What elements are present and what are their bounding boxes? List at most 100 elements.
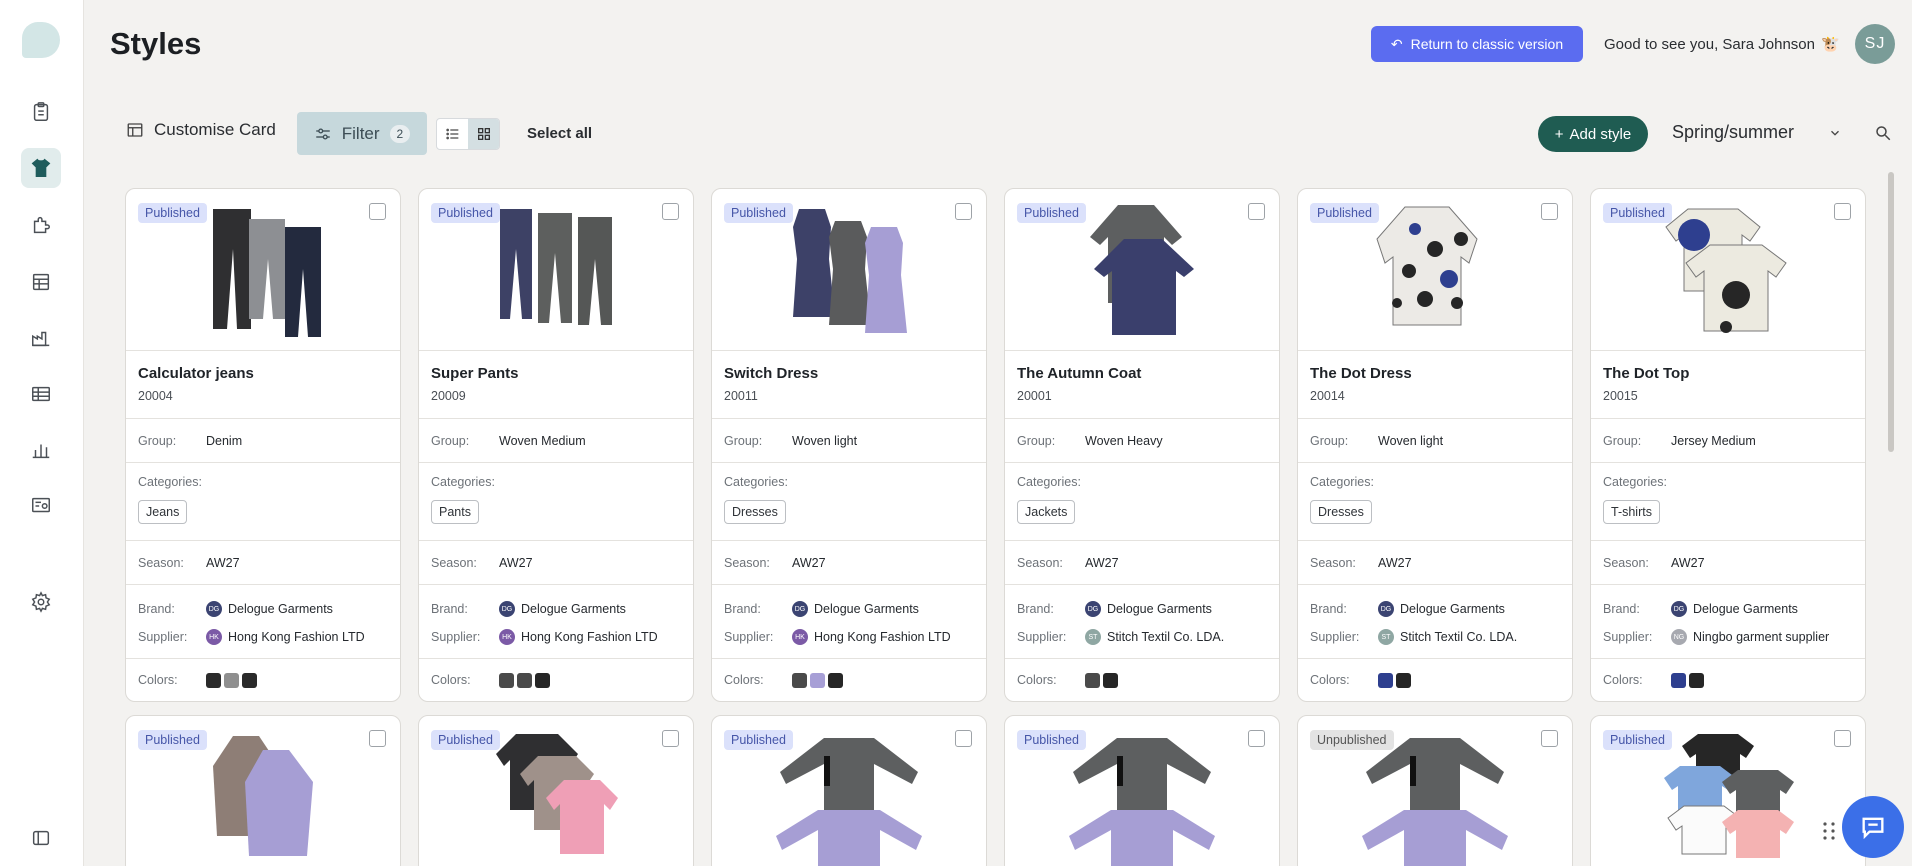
supplier-value: Hong Kong Fashion LTD [521, 630, 658, 644]
group-row: Group: Jersey Medium [1591, 419, 1865, 463]
group-value: Woven Medium [499, 433, 586, 448]
style-name: Calculator jeans [138, 365, 254, 382]
style-code: 20011 [724, 389, 758, 403]
colors-label: Colors: [1310, 673, 1350, 687]
factory-icon[interactable] [21, 318, 61, 358]
scrollbar[interactable] [1888, 172, 1894, 452]
status-badge: Published [1017, 730, 1086, 750]
color-swatch [1671, 672, 1686, 688]
bar-chart-icon[interactable] [21, 430, 61, 470]
return-classic-button[interactable]: ↶ Return to classic version [1371, 26, 1583, 62]
brand-supplier-row: Brand: DG Delogue Garments Supplier: HK Hong… [126, 585, 400, 659]
select-checkbox[interactable] [662, 203, 679, 220]
group-label: Group: [431, 433, 470, 448]
status-badge: Published [1017, 203, 1086, 223]
categories-row: Categories: Dresses [1298, 463, 1572, 541]
customise-card-button[interactable]: Customise Card [126, 120, 276, 140]
return-classic-label: Return to classic version [1410, 36, 1564, 52]
drag-handle-icon[interactable] [1822, 821, 1836, 846]
avatar[interactable]: SJ [1855, 24, 1895, 64]
color-swatch [1396, 672, 1411, 688]
style-card[interactable]: Published The Autumn Coat 20001 Group: Wo… [1004, 188, 1280, 702]
garment-illustration [779, 199, 919, 339]
status-badge: Unpublished [1310, 730, 1394, 750]
style-card[interactable]: Published The Dot Top 20015 Group: Jersey… [1590, 188, 1866, 702]
search-icon[interactable] [1874, 124, 1892, 147]
certificate-icon[interactable] [21, 486, 61, 526]
garment-illustration [774, 726, 924, 866]
layout-icon [127, 123, 143, 137]
style-card[interactable]: Published [125, 715, 401, 866]
categories-label: Categories: [724, 475, 788, 489]
chat-icon [1862, 817, 1884, 840]
greeting-text: Good to see you, Sara Johnson [1604, 35, 1815, 53]
style-card[interactable]: Published Calculator jeans 20004 Group: D… [125, 188, 401, 702]
select-checkbox[interactable] [955, 203, 972, 220]
categories-label: Categories: [431, 475, 495, 489]
card-title-block: The Dot Top 20015 [1591, 351, 1865, 419]
group-value: Woven light [1378, 433, 1444, 448]
season-select[interactable]: Spring/summer [1672, 122, 1842, 143]
season-row: Season: AW27 [419, 541, 693, 585]
sidebar-toggle-icon[interactable] [21, 818, 61, 858]
tshirt-icon[interactable] [21, 148, 61, 188]
color-swatch [810, 672, 825, 688]
select-checkbox[interactable] [369, 203, 386, 220]
supplier-avatar: HK [792, 629, 808, 645]
list-view-icon[interactable] [437, 119, 468, 149]
categories-label: Categories: [1310, 475, 1374, 489]
brand-supplier-row: Brand: DG Delogue Garments Supplier: ST Stit… [1005, 585, 1279, 659]
group-value: Woven light [792, 433, 858, 448]
season-value: AW27 [1671, 555, 1705, 570]
add-style-button[interactable]: + Add style [1538, 116, 1648, 152]
select-checkbox[interactable] [955, 730, 972, 747]
select-checkbox[interactable] [1248, 730, 1265, 747]
supplier-value: Stitch Textil Co. LDA. [1107, 630, 1225, 644]
season-value: AW27 [1085, 555, 1119, 570]
chat-button[interactable] [1842, 796, 1904, 858]
category-tag: Jackets [1017, 500, 1076, 524]
style-card[interactable]: Published [711, 715, 987, 866]
gear-icon[interactable] [21, 582, 61, 622]
style-card[interactable]: Published Super Pants 20009 Group: Woven … [418, 188, 694, 702]
puzzle-icon[interactable] [21, 205, 61, 245]
grid-view-icon[interactable] [468, 119, 499, 149]
select-checkbox[interactable] [1541, 730, 1558, 747]
select-checkbox[interactable] [1834, 203, 1851, 220]
brand-value: Delogue Garments [1693, 602, 1798, 616]
status-badge: Published [431, 730, 500, 750]
style-card[interactable]: Published Switch Dress 20011 Group: Woven… [711, 188, 987, 702]
category-tag: Dresses [1310, 500, 1372, 524]
colors-label: Colors: [1017, 673, 1057, 687]
select-all-link[interactable]: Select all [527, 125, 592, 142]
brand-avatar: DG [1671, 601, 1687, 617]
style-card[interactable]: Published [1004, 715, 1280, 866]
filter-button[interactable]: Filter 2 [297, 112, 427, 155]
season-label: Season: [138, 555, 184, 570]
select-checkbox[interactable] [1541, 203, 1558, 220]
select-checkbox[interactable] [369, 730, 386, 747]
select-checkbox[interactable] [1248, 203, 1265, 220]
style-image: Published [712, 189, 986, 351]
style-image: Published [1005, 189, 1279, 351]
garment-illustration [486, 726, 626, 866]
card-title-block: The Autumn Coat 20001 [1005, 351, 1279, 419]
style-card[interactable]: Unpublished [1297, 715, 1573, 866]
style-card[interactable]: Published [418, 715, 694, 866]
spec-sheet-icon[interactable] [21, 262, 61, 302]
style-name: The Dot Top [1603, 365, 1690, 382]
style-image: Published [1005, 716, 1279, 866]
colors-label: Colors: [138, 673, 178, 687]
colors-label: Colors: [1603, 673, 1643, 687]
table-icon[interactable] [21, 374, 61, 414]
select-checkbox[interactable] [662, 730, 679, 747]
season-label: Season: [1310, 555, 1356, 570]
app-logo[interactable] [22, 22, 60, 58]
group-value: Jersey Medium [1671, 433, 1756, 448]
style-card[interactable]: Published The Dot Dress 20014 Group: Wove… [1297, 188, 1573, 702]
brand-supplier-row: Brand: DG Delogue Garments Supplier: HK Hong… [712, 585, 986, 659]
group-row: Group: Woven Medium [419, 419, 693, 463]
select-checkbox[interactable] [1834, 730, 1851, 747]
clipboard-icon[interactable] [21, 92, 61, 132]
card-title-block: Super Pants 20009 [419, 351, 693, 419]
